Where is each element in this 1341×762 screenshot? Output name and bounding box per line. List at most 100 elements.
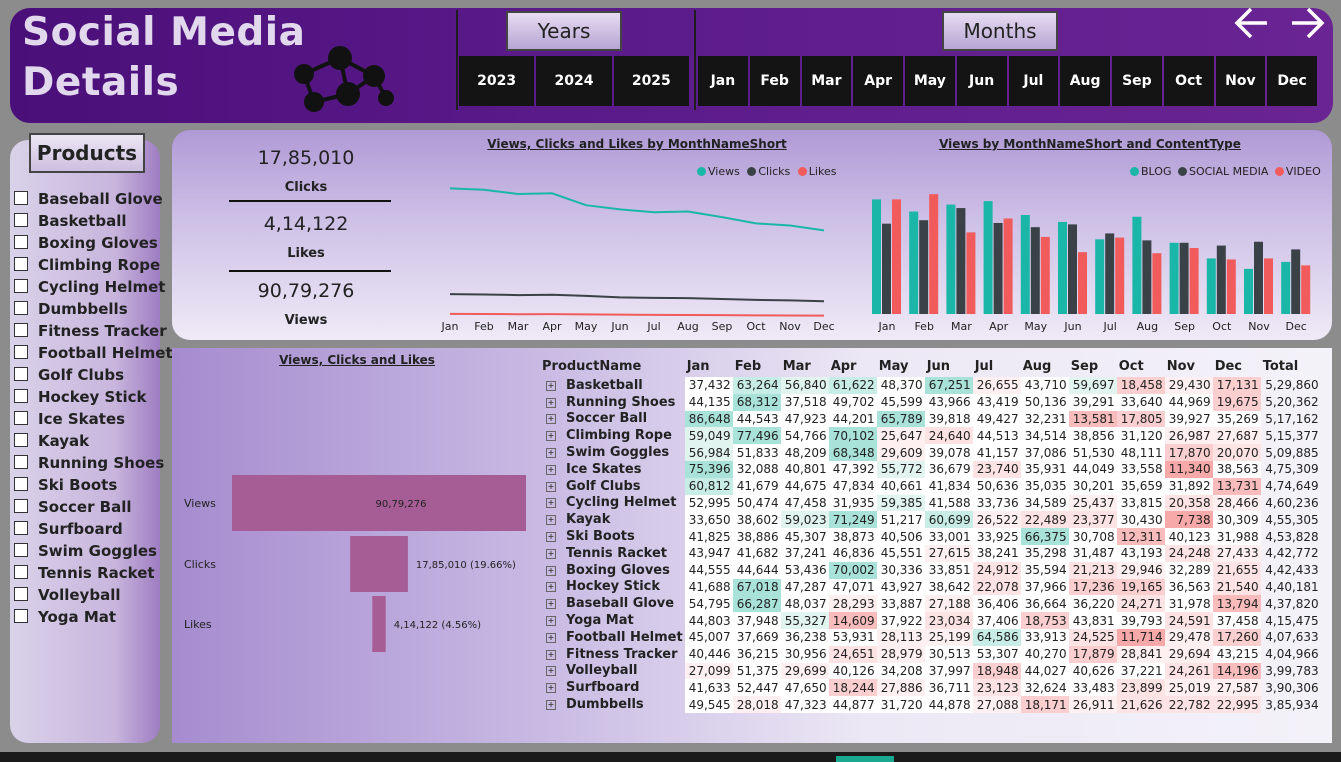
matrix-product-cell[interactable]: + Climbing Rope [540, 427, 685, 444]
month-button[interactable]: May [905, 56, 955, 106]
month-button[interactable]: Dec [1267, 56, 1317, 106]
checkbox-icon[interactable] [14, 389, 28, 403]
matrix-product-cell[interactable]: + Yoga Mat [540, 612, 685, 629]
matrix-product-cell[interactable]: + Swim Goggles [540, 444, 685, 461]
matrix-product-cell[interactable]: + Cycling Helmet [540, 495, 685, 512]
checkbox-icon[interactable] [14, 411, 28, 425]
checkbox-icon[interactable] [14, 521, 28, 535]
month-button[interactable]: Nov [1215, 56, 1266, 106]
product-option[interactable]: Running Shoes [14, 454, 164, 474]
product-option[interactable]: Surfboard [14, 520, 123, 540]
matrix-header-product[interactable]: ProductName [540, 355, 685, 377]
checkbox-icon[interactable] [14, 301, 28, 315]
matrix-product-cell[interactable]: + Baseball Glove [540, 595, 685, 612]
expand-icon[interactable]: + [546, 616, 556, 627]
matrix-header-cell[interactable]: Apr [829, 355, 877, 377]
matrix-product-cell[interactable]: + Tennis Racket [540, 545, 685, 562]
checkbox-icon[interactable] [14, 609, 28, 623]
matrix-product-cell[interactable]: + Dumbbells [540, 696, 685, 713]
expand-icon[interactable]: + [546, 515, 556, 526]
year-button[interactable]: 2023 [459, 56, 535, 106]
month-button[interactable]: Aug [1060, 56, 1110, 106]
product-option[interactable]: Volleyball [14, 586, 120, 606]
matrix-product-cell[interactable]: + Golf Clubs [540, 478, 685, 495]
expand-icon[interactable]: + [546, 683, 556, 694]
checkbox-icon[interactable] [14, 499, 28, 513]
year-button[interactable]: 2024 [536, 56, 612, 106]
product-option[interactable]: Ice Skates [14, 410, 125, 430]
expand-icon[interactable]: + [546, 582, 556, 593]
expand-icon[interactable]: + [546, 548, 556, 559]
matrix-product-cell[interactable]: + Football Helmet [540, 629, 685, 646]
month-button[interactable]: Oct [1163, 56, 1214, 106]
product-option[interactable]: Cycling Helmet [14, 278, 165, 298]
matrix-header-cell[interactable]: Mar [781, 355, 829, 377]
month-button[interactable]: Jul [1008, 56, 1059, 106]
back-arrow-icon[interactable] [1233, 6, 1269, 40]
checkbox-icon[interactable] [14, 257, 28, 271]
expand-icon[interactable]: + [546, 448, 556, 459]
expand-icon[interactable]: + [546, 700, 556, 711]
year-button[interactable]: 2025 [613, 56, 689, 106]
checkbox-icon[interactable] [14, 279, 28, 293]
checkbox-icon[interactable] [14, 433, 28, 447]
forward-arrow-icon[interactable] [1290, 6, 1326, 40]
expand-icon[interactable]: + [546, 397, 556, 408]
month-button[interactable]: Feb [749, 56, 800, 106]
matrix-product-cell[interactable]: + Running Shoes [540, 394, 685, 411]
product-option[interactable]: Boxing Gloves [14, 234, 158, 254]
checkbox-icon[interactable] [14, 587, 28, 601]
product-option[interactable]: Hockey Stick [14, 388, 146, 408]
matrix-header-cell[interactable]: Jul [973, 355, 1021, 377]
matrix-product-cell[interactable]: + Ski Boots [540, 528, 685, 545]
matrix-product-cell[interactable]: + Kayak [540, 511, 685, 528]
month-button[interactable]: Sep [1112, 56, 1162, 106]
product-option[interactable]: Tennis Racket [14, 564, 155, 584]
expand-icon[interactable]: + [546, 666, 556, 677]
expand-icon[interactable]: + [546, 464, 556, 475]
active-page-tab[interactable] [836, 756, 894, 762]
matrix-product-cell[interactable]: + Boxing Gloves [540, 562, 685, 579]
checkbox-icon[interactable] [14, 191, 28, 205]
matrix-header-cell[interactable]: Aug [1021, 355, 1069, 377]
expand-icon[interactable]: + [546, 380, 556, 391]
checkbox-icon[interactable] [14, 565, 28, 579]
expand-icon[interactable]: + [546, 532, 556, 543]
checkbox-icon[interactable] [14, 213, 28, 227]
product-option[interactable]: Football Helmet [14, 344, 173, 364]
month-button[interactable]: Jun [956, 56, 1007, 106]
matrix-header-cell[interactable]: Oct [1117, 355, 1165, 377]
expand-icon[interactable]: + [546, 565, 556, 576]
checkbox-icon[interactable] [14, 345, 28, 359]
matrix-header-cell[interactable]: Nov [1165, 355, 1213, 377]
expand-icon[interactable]: + [546, 431, 556, 442]
checkbox-icon[interactable] [14, 543, 28, 557]
matrix-product-cell[interactable]: + Soccer Ball [540, 411, 685, 428]
checkbox-icon[interactable] [14, 455, 28, 469]
checkbox-icon[interactable] [14, 477, 28, 491]
matrix-header-cell[interactable]: Dec [1213, 355, 1261, 377]
product-option[interactable]: Baseball Glove [14, 190, 163, 210]
expand-icon[interactable]: + [546, 414, 556, 425]
matrix-header-cell[interactable]: May [877, 355, 925, 377]
matrix-header-cell[interactable]: Sep [1069, 355, 1117, 377]
matrix-product-cell[interactable]: + Surfboard [540, 679, 685, 696]
checkbox-icon[interactable] [14, 235, 28, 249]
matrix-header-cell[interactable]: Jun [925, 355, 973, 377]
matrix-product-cell[interactable]: + Hockey Stick [540, 579, 685, 596]
product-option[interactable]: Golf Clubs [14, 366, 124, 386]
month-button[interactable]: Jan [698, 56, 748, 106]
matrix-product-cell[interactable]: + Fitness Tracker [540, 646, 685, 663]
expand-icon[interactable]: + [546, 599, 556, 610]
expand-icon[interactable]: + [546, 481, 556, 492]
matrix-product-cell[interactable]: + Volleyball [540, 663, 685, 680]
product-option[interactable]: Basketball [14, 212, 127, 232]
matrix-header-cell[interactable]: Jan [685, 355, 733, 377]
product-option[interactable]: Soccer Ball [14, 498, 132, 518]
month-button[interactable]: Mar [801, 56, 852, 106]
month-button[interactable]: Apr [853, 56, 903, 106]
expand-icon[interactable]: + [546, 649, 556, 660]
product-option[interactable]: Dumbbells [14, 300, 128, 320]
product-option[interactable]: Kayak [14, 432, 89, 452]
product-option[interactable]: Ski Boots [14, 476, 117, 496]
